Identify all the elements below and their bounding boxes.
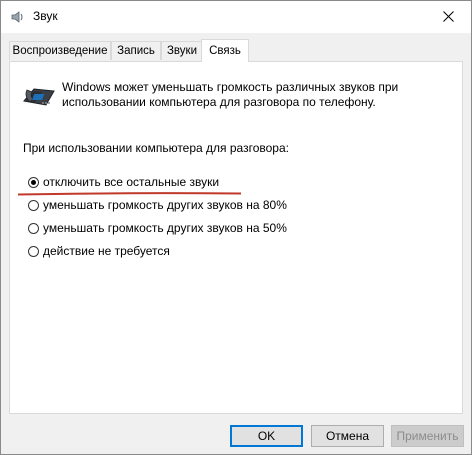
ok-button[interactable]: OK xyxy=(230,425,303,447)
option-label: уменьшать громкость других звуков на 80% xyxy=(43,198,287,212)
communications-panel: Windows может уменьшать громкость различ… xyxy=(9,61,463,414)
option-label: действие не требуется xyxy=(43,244,170,258)
tab-label: Воспроизведение xyxy=(12,45,108,57)
sound-dialog: Звук Воспроизведение Запись Звуки Связь xyxy=(0,0,472,455)
title-bar[interactable]: Звук xyxy=(1,1,471,33)
phone-icon xyxy=(23,88,55,106)
tab-label: Связь xyxy=(209,45,241,57)
tab-label: Запись xyxy=(117,45,155,57)
tab-label: Звуки xyxy=(166,45,197,57)
tab-strip: Воспроизведение Запись Звуки Связь xyxy=(9,39,463,62)
cancel-button[interactable]: Отмена xyxy=(311,425,384,447)
tab-communications[interactable]: Связь xyxy=(201,39,249,62)
close-button[interactable] xyxy=(425,1,471,32)
apply-label: Применить xyxy=(396,429,459,443)
description-text: Windows может уменьшать громкость различ… xyxy=(62,80,399,109)
group-label: При использовании компьютера для разгово… xyxy=(23,141,289,155)
speaker-icon xyxy=(11,11,23,23)
radio-button[interactable] xyxy=(28,222,39,234)
apply-button[interactable]: Применить xyxy=(391,425,464,447)
option-reduce-80[interactable]: уменьшать громкость других звуков на 80% xyxy=(28,197,287,213)
tab-playback[interactable]: Воспроизведение xyxy=(9,41,111,60)
radio-button[interactable] xyxy=(28,245,39,257)
ok-label: OK xyxy=(257,429,276,443)
option-label: отключить все остальные звуки xyxy=(43,175,220,189)
option-label: уменьшать громкость других звуков на 50% xyxy=(43,221,287,235)
radio-button[interactable] xyxy=(28,176,39,188)
tab-sounds[interactable]: Звуки xyxy=(161,41,203,60)
radio-button[interactable] xyxy=(28,199,39,211)
highlight-underline xyxy=(18,192,241,196)
option-mute-all[interactable]: отключить все остальные звуки xyxy=(28,174,219,190)
close-icon xyxy=(442,11,454,22)
option-reduce-50[interactable]: уменьшать громкость других звуков на 50% xyxy=(28,220,287,236)
window-title: Звук xyxy=(33,9,58,23)
tab-recording[interactable]: Запись xyxy=(111,41,161,60)
option-do-nothing[interactable]: действие не требуется xyxy=(28,243,170,259)
cancel-label: Отмена xyxy=(325,429,370,443)
